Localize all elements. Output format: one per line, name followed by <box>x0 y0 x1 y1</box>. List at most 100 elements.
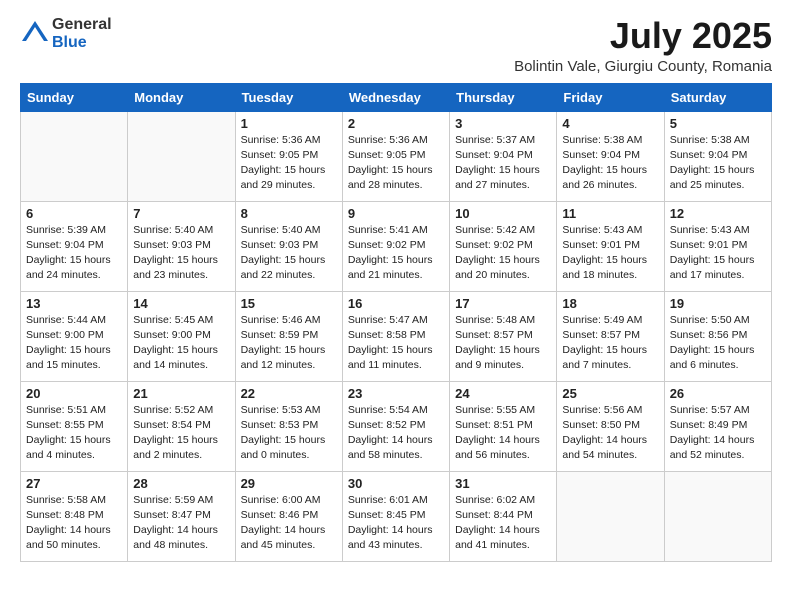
calendar-cell <box>557 471 664 561</box>
day-info: Sunrise: 5:49 AMSunset: 8:57 PMDaylight:… <box>562 313 658 374</box>
day-info: Sunrise: 5:53 AMSunset: 8:53 PMDaylight:… <box>241 403 337 464</box>
calendar-cell: 31 Sunrise: 6:02 AMSunset: 8:44 PMDayligh… <box>450 471 557 561</box>
calendar-cell: 29Sunrise: 6:00 AMSunset: 8:46 PMDayligh… <box>235 471 342 561</box>
weekday-header-monday: Monday <box>128 83 235 111</box>
weekday-header-wednesday: Wednesday <box>342 83 449 111</box>
day-info: Sunrise: 5:57 AMSunset: 8:49 PMDaylight:… <box>670 403 766 464</box>
page-header: General Blue July 2025 Bolintin Vale, Gi… <box>20 16 772 75</box>
calendar-cell: 8Sunrise: 5:40 AMSunset: 9:03 PMDaylight… <box>235 201 342 291</box>
day-info: Sunrise: 5:44 AMSunset: 9:00 PMDaylight:… <box>26 313 122 374</box>
day-info: Sunrise: 5:59 AMSunset: 8:47 PMDaylight:… <box>133 493 229 554</box>
calendar-cell: 9 Sunrise: 5:41 AMSunset: 9:02 PMDaylight… <box>342 201 449 291</box>
calendar-cell: 6 Sunrise: 5:39 AMSunset: 9:04 PMDaylight… <box>21 201 128 291</box>
calendar-cell: 7 Sunrise: 5:40 AMSunset: 9:03 PMDaylight… <box>128 201 235 291</box>
day-info: Sunrise: 5:38 AMSunset: 9:04 PMDaylight:… <box>670 133 766 194</box>
day-number: 20 <box>26 386 122 401</box>
logo-icon <box>20 19 50 49</box>
calendar-cell <box>128 111 235 201</box>
calendar-cell: 24 Sunrise: 5:55 AMSunset: 8:51 PMDayligh… <box>450 381 557 471</box>
day-info: Sunrise: 5:54 AMSunset: 8:52 PMDaylight:… <box>348 403 444 464</box>
calendar-cell: 1Sunrise: 5:36 AMSunset: 9:05 PMDaylight… <box>235 111 342 201</box>
day-number: 21 <box>133 386 229 401</box>
day-number: 23 <box>348 386 444 401</box>
day-info: Sunrise: 5:47 AMSunset: 8:58 PMDaylight:… <box>348 313 444 374</box>
logo-general: General <box>52 16 112 33</box>
calendar-cell: 28 Sunrise: 5:59 AMSunset: 8:47 PMDayligh… <box>128 471 235 561</box>
calendar-table: SundayMondayTuesdayWednesdayThursdayFrid… <box>20 83 772 562</box>
day-number: 2 <box>348 116 444 131</box>
day-number: 29 <box>241 476 337 491</box>
day-info: Sunrise: 5:39 AMSunset: 9:04 PMDaylight:… <box>26 223 122 284</box>
weekday-header-tuesday: Tuesday <box>235 83 342 111</box>
calendar-week-5: 27 Sunrise: 5:58 AMSunset: 8:48 PMDayligh… <box>21 471 772 561</box>
day-info: Sunrise: 5:45 AMSunset: 9:00 PMDaylight:… <box>133 313 229 374</box>
day-number: 24 <box>455 386 551 401</box>
day-info: Sunrise: 5:46 AMSunset: 8:59 PMDaylight:… <box>241 313 337 374</box>
calendar-cell: 17Sunrise: 5:48 AMSunset: 8:57 PMDayligh… <box>450 291 557 381</box>
day-number: 14 <box>133 296 229 311</box>
day-number: 27 <box>26 476 122 491</box>
day-number: 31 <box>455 476 551 491</box>
calendar-cell: 10 Sunrise: 5:42 AMSunset: 9:02 PMDayligh… <box>450 201 557 291</box>
calendar-cell: 30 Sunrise: 6:01 AMSunset: 8:45 PMDayligh… <box>342 471 449 561</box>
day-number: 30 <box>348 476 444 491</box>
calendar-week-2: 6 Sunrise: 5:39 AMSunset: 9:04 PMDaylight… <box>21 201 772 291</box>
calendar-cell: 12 Sunrise: 5:43 AMSunset: 9:01 PMDayligh… <box>664 201 771 291</box>
day-info: Sunrise: 5:37 AMSunset: 9:04 PMDaylight:… <box>455 133 551 194</box>
day-info: Sunrise: 5:43 AMSunset: 9:01 PMDaylight:… <box>562 223 658 284</box>
day-info: Sunrise: 5:50 AMSunset: 8:56 PMDaylight:… <box>670 313 766 374</box>
day-info: Sunrise: 5:40 AMSunset: 9:03 PMDaylight:… <box>133 223 229 284</box>
day-number: 18 <box>562 296 658 311</box>
day-number: 10 <box>455 206 551 221</box>
day-number: 28 <box>133 476 229 491</box>
day-info: Sunrise: 5:41 AMSunset: 9:02 PMDaylight:… <box>348 223 444 284</box>
weekday-header-row: SundayMondayTuesdayWednesdayThursdayFrid… <box>21 83 772 111</box>
calendar-cell: 22 Sunrise: 5:53 AMSunset: 8:53 PMDayligh… <box>235 381 342 471</box>
calendar-cell: 18 Sunrise: 5:49 AMSunset: 8:57 PMDayligh… <box>557 291 664 381</box>
day-info: Sunrise: 5:43 AMSunset: 9:01 PMDaylight:… <box>670 223 766 284</box>
calendar-cell: 13 Sunrise: 5:44 AMSunset: 9:00 PMDayligh… <box>21 291 128 381</box>
day-info: Sunrise: 5:42 AMSunset: 9:02 PMDaylight:… <box>455 223 551 284</box>
location-subtitle: Bolintin Vale, Giurgiu County, Romania <box>514 58 772 75</box>
title-block: July 2025 Bolintin Vale, Giurgiu County,… <box>514 16 772 75</box>
day-info: Sunrise: 6:01 AMSunset: 8:45 PMDaylight:… <box>348 493 444 554</box>
calendar-cell: 26 Sunrise: 5:57 AMSunset: 8:49 PMDayligh… <box>664 381 771 471</box>
calendar-cell: 5Sunrise: 5:38 AMSunset: 9:04 PMDaylight… <box>664 111 771 201</box>
day-number: 12 <box>670 206 766 221</box>
calendar-cell: 16 Sunrise: 5:47 AMSunset: 8:58 PMDayligh… <box>342 291 449 381</box>
calendar-cell: 19 Sunrise: 5:50 AMSunset: 8:56 PMDayligh… <box>664 291 771 381</box>
day-number: 15 <box>241 296 337 311</box>
day-info: Sunrise: 5:38 AMSunset: 9:04 PMDaylight:… <box>562 133 658 194</box>
day-number: 7 <box>133 206 229 221</box>
calendar-cell: 15 Sunrise: 5:46 AMSunset: 8:59 PMDayligh… <box>235 291 342 381</box>
day-number: 26 <box>670 386 766 401</box>
calendar-cell: 27 Sunrise: 5:58 AMSunset: 8:48 PMDayligh… <box>21 471 128 561</box>
calendar-cell: 4 Sunrise: 5:38 AMSunset: 9:04 PMDaylight… <box>557 111 664 201</box>
day-info: Sunrise: 6:02 AMSunset: 8:44 PMDaylight:… <box>455 493 551 554</box>
day-info: Sunrise: 5:56 AMSunset: 8:50 PMDaylight:… <box>562 403 658 464</box>
logo-blue: Blue <box>52 34 87 51</box>
day-number: 25 <box>562 386 658 401</box>
day-number: 13 <box>26 296 122 311</box>
calendar-cell: 23 Sunrise: 5:54 AMSunset: 8:52 PMDayligh… <box>342 381 449 471</box>
calendar-cell: 21 Sunrise: 5:52 AMSunset: 8:54 PMDayligh… <box>128 381 235 471</box>
day-info: Sunrise: 5:36 AMSunset: 9:05 PMDaylight:… <box>241 133 337 194</box>
day-number: 22 <box>241 386 337 401</box>
day-info: Sunrise: 5:55 AMSunset: 8:51 PMDaylight:… <box>455 403 551 464</box>
day-info: Sunrise: 5:58 AMSunset: 8:48 PMDaylight:… <box>26 493 122 554</box>
day-number: 6 <box>26 206 122 221</box>
day-number: 16 <box>348 296 444 311</box>
day-info: Sunrise: 5:36 AMSunset: 9:05 PMDaylight:… <box>348 133 444 194</box>
day-number: 8 <box>241 206 337 221</box>
day-number: 3 <box>455 116 551 131</box>
day-info: Sunrise: 5:52 AMSunset: 8:54 PMDaylight:… <box>133 403 229 464</box>
day-number: 4 <box>562 116 658 131</box>
calendar-week-1: 1Sunrise: 5:36 AMSunset: 9:05 PMDaylight… <box>21 111 772 201</box>
day-number: 9 <box>348 206 444 221</box>
day-number: 19 <box>670 296 766 311</box>
calendar-cell <box>21 111 128 201</box>
calendar-week-3: 13 Sunrise: 5:44 AMSunset: 9:00 PMDayligh… <box>21 291 772 381</box>
day-number: 11 <box>562 206 658 221</box>
calendar-cell: 25 Sunrise: 5:56 AMSunset: 8:50 PMDayligh… <box>557 381 664 471</box>
weekday-header-saturday: Saturday <box>664 83 771 111</box>
